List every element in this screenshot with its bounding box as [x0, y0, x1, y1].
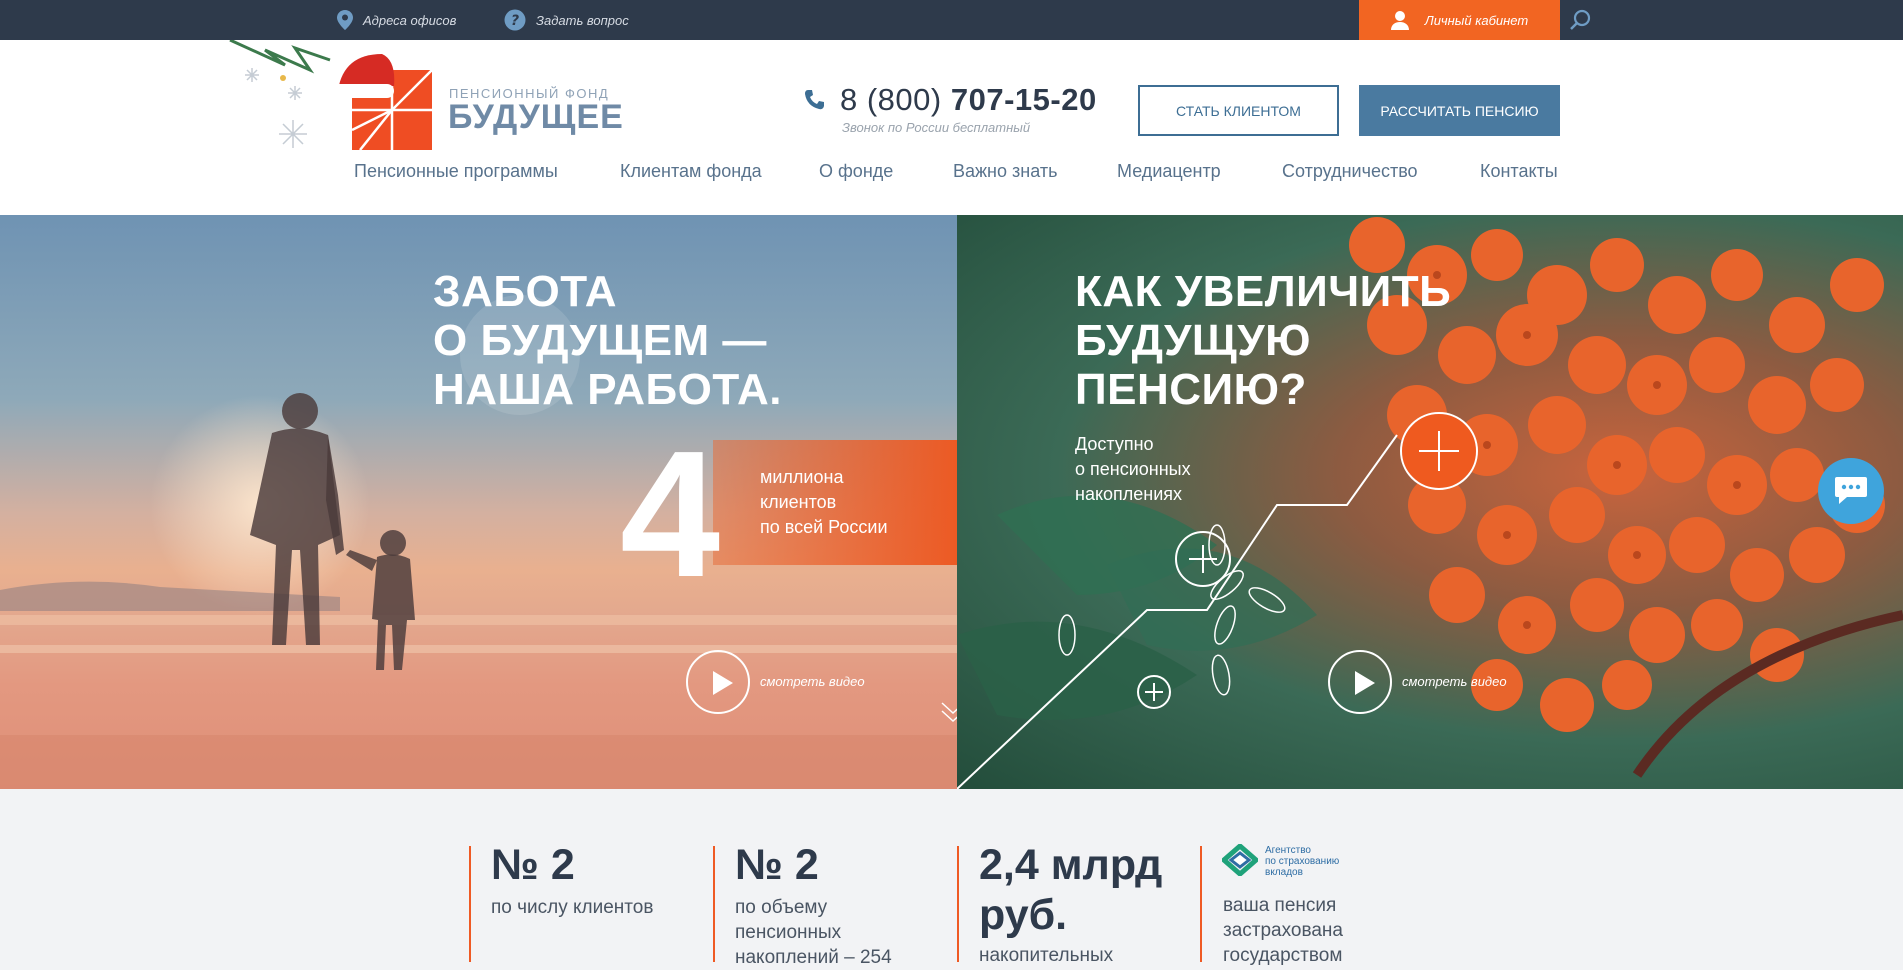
phone-main: 707-15-20	[950, 82, 1097, 117]
play-video-left-button[interactable]	[686, 650, 750, 714]
hero-left-banner[interactable]: ЗАБОТА О БУДУЩЕМ — НАША РАБОТА. 4 миллио…	[0, 215, 957, 789]
clients-count-number: 4	[620, 414, 721, 615]
nav-important[interactable]: Важно знать	[953, 161, 1057, 185]
top-bar: Адреса офисов ? Задать вопрос Личный каб…	[0, 0, 1903, 40]
cabinet-label: Личный кабинет	[1424, 12, 1529, 28]
chat-button[interactable]	[1818, 458, 1884, 524]
phone-number[interactable]: 8 (800) 707-15-20	[840, 82, 1097, 118]
hero-right-title-line: БУДУЩУЮ	[1075, 316, 1312, 365]
agency-line: вкладов	[1265, 867, 1303, 878]
plus-icon	[1189, 545, 1217, 573]
hero-left-title-line: НАША РАБОТА.	[433, 365, 782, 414]
nav-clients[interactable]: Клиентам фонда	[620, 161, 762, 185]
hero-right-subtitle: Доступно о пенсионных накоплениях	[1075, 432, 1191, 507]
stat-income-line: руб.	[979, 891, 1068, 939]
stat-rank-clients: № 2	[491, 841, 575, 889]
offices-link[interactable]: Адреса офисов	[337, 0, 456, 40]
hero-left-title: ЗАБОТА О БУДУЩЕМ — НАША РАБОТА.	[433, 267, 782, 414]
info-plus-small-button[interactable]	[1137, 675, 1171, 709]
band-line: миллиона	[760, 467, 844, 487]
hero-right-title: КАК УВЕЛИЧИТЬ БУДУЩУЮ ПЕНСИЮ?	[1075, 267, 1451, 414]
christmas-decoration-icon	[229, 40, 331, 148]
stat-line-text: накоплений – 254	[735, 947, 892, 968]
logo-title: БУДУЩЕЕ	[448, 98, 624, 136]
ask-question-link[interactable]: ? Задать вопрос	[504, 0, 629, 40]
stat-rank-clients-text: по числу клиентов	[491, 895, 653, 920]
nav-media[interactable]: Медиацентр	[1117, 161, 1221, 185]
watch-video-left-label[interactable]: смотреть видео	[760, 674, 865, 689]
subtitle-line: накоплениях	[1075, 484, 1183, 504]
stat-line-text: по объему	[735, 897, 828, 918]
stat-income-text: накопительных	[979, 943, 1113, 968]
watch-video-right-label[interactable]: смотреть видео	[1402, 674, 1507, 689]
ask-question-label: Задать вопрос	[536, 12, 629, 28]
scroll-down-icon[interactable]	[940, 699, 957, 725]
search-button[interactable]	[1568, 8, 1594, 32]
stat-divider	[713, 846, 715, 962]
stat-line-text: государством	[1223, 945, 1343, 966]
agency-line: по страхованию	[1265, 856, 1340, 867]
location-pin-icon	[337, 10, 353, 30]
become-client-button[interactable]: СТАТЬ КЛИЕНТОМ	[1138, 85, 1339, 136]
svg-text:?: ?	[511, 13, 519, 29]
hero-right-title-line: КАК УВЕЛИЧИТЬ	[1075, 267, 1452, 316]
user-icon	[1390, 11, 1409, 30]
stat-line-text: накопительных	[979, 945, 1114, 966]
chat-icon	[1835, 477, 1867, 504]
phone-icon	[805, 90, 824, 110]
clients-count-text: миллиона клиентов по всей России	[760, 465, 888, 540]
plus-icon	[1145, 683, 1163, 701]
stat-rank-volume: № 2	[735, 841, 819, 889]
subtitle-line: Доступно	[1075, 434, 1154, 454]
nav-pension-programs[interactable]: Пенсионные программы	[354, 161, 558, 185]
plus-icon	[1419, 431, 1459, 471]
stat-insured-text: ваша пенсия застрахована государством	[1223, 893, 1343, 968]
personal-cabinet-button[interactable]: Личный кабинет	[1359, 0, 1560, 40]
deposit-insurance-agency-logo: Агентство по страхованию вкладов	[1265, 845, 1339, 878]
stat-income-line: 2,4 млрд	[979, 841, 1163, 889]
nav-about[interactable]: О фонде	[819, 161, 893, 185]
stat-divider	[957, 846, 959, 962]
search-icon	[1570, 9, 1591, 30]
santa-hat-icon	[332, 54, 395, 98]
agency-line: Агентство	[1265, 845, 1311, 856]
stat-line-text: пенсионных	[735, 922, 842, 943]
hero-left-title-line: О БУДУЩЕМ —	[433, 316, 767, 365]
expand-plus-button[interactable]	[1400, 412, 1478, 490]
hero-right-banner[interactable]: КАК УВЕЛИЧИТЬ БУДУЩУЮ ПЕНСИЮ? Доступно о…	[957, 215, 1903, 789]
question-icon: ?	[504, 9, 526, 31]
subtitle-line: о пенсионных	[1075, 459, 1191, 479]
stat-line-text: застрахована	[1223, 920, 1343, 941]
hero-left-title-line: ЗАБОТА	[433, 267, 618, 316]
band-line: клиентов	[760, 492, 837, 512]
hero-right-title-line: ПЕНСИЮ?	[1075, 365, 1307, 414]
nav-cooperation[interactable]: Сотрудничество	[1282, 161, 1418, 185]
stat-income: 2,4 млрд руб.	[979, 840, 1162, 940]
stat-rank-volume-text: по объему пенсионных накоплений – 254	[735, 895, 892, 970]
phone-prefix: 8 (800)	[840, 82, 942, 117]
calculate-pension-button[interactable]: РАССЧИТАТЬ ПЕНСИЮ	[1359, 85, 1560, 136]
stat-divider	[1200, 846, 1202, 962]
phone-note: Звонок по России бесплатный	[842, 120, 1031, 135]
play-video-right-button[interactable]	[1328, 650, 1392, 714]
stats-section	[0, 789, 1903, 962]
stat-line-text: по числу клиентов	[491, 897, 654, 918]
stat-divider	[469, 846, 471, 962]
deposit-insurance-agency-logo-icon	[1222, 844, 1258, 876]
offices-label: Адреса офисов	[363, 12, 457, 28]
info-plus-button[interactable]	[1175, 531, 1231, 587]
nav-contacts[interactable]: Контакты	[1480, 161, 1558, 185]
stat-line-text: ваша пенсия	[1223, 895, 1337, 916]
band-line: по всей России	[760, 517, 888, 537]
